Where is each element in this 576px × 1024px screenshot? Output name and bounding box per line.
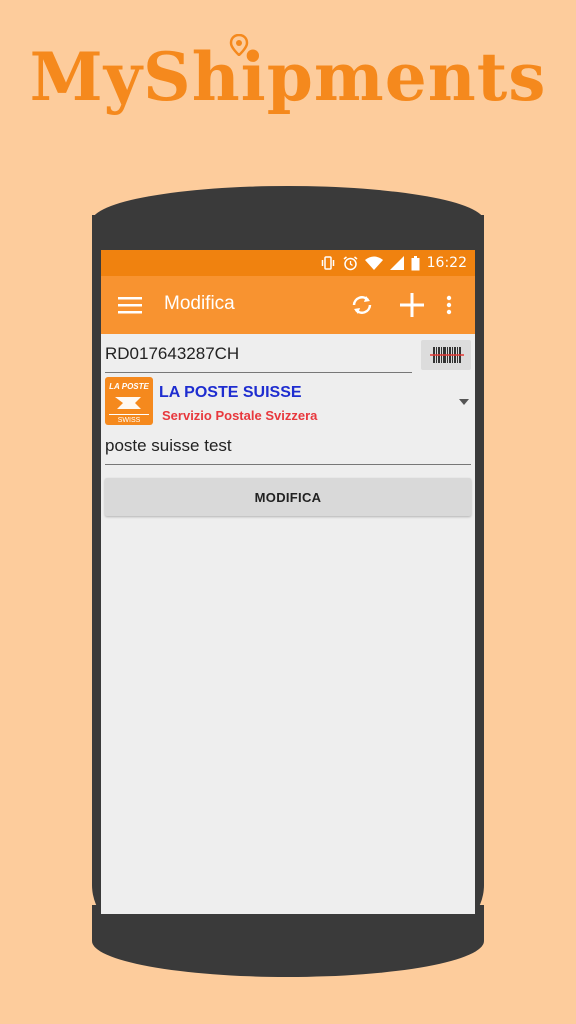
battery-icon	[411, 255, 420, 270]
phone-bottom	[92, 905, 484, 977]
modify-button[interactable]: MODIFICA	[105, 478, 471, 516]
carrier-logo-top: LA POSTE	[109, 382, 149, 391]
refresh-icon[interactable]	[349, 292, 375, 318]
carrier-name: LA POSTE SUISSE	[159, 384, 302, 401]
status-bar: 16:22	[101, 250, 475, 276]
carrier-subtitle: Servizio Postale Svizzera	[162, 408, 318, 423]
carrier-select[interactable]: LA POSTE SWISS LA POSTE SUISSE Servizio …	[103, 376, 473, 428]
map-pin-icon	[229, 34, 249, 56]
promo-title: MyShipments	[29, 38, 547, 116]
alarm-icon	[343, 255, 358, 270]
carrier-logo-bottom: SWISS	[118, 417, 141, 424]
app-bar: Modifica	[101, 276, 475, 334]
menu-icon[interactable]	[117, 293, 143, 317]
barcode-icon	[430, 347, 464, 363]
description-value: poste suisse test	[105, 436, 232, 455]
wifi-icon	[364, 256, 383, 270]
phone-screen: 16:22 Modifica RD017643287CH LA POSTE SW…	[101, 250, 475, 914]
signal-icon	[389, 256, 404, 270]
description-input[interactable]: poste suisse test	[105, 434, 471, 465]
clock: 16:22	[426, 255, 467, 271]
scan-barcode-button[interactable]	[421, 340, 471, 370]
overflow-icon[interactable]	[441, 292, 457, 318]
chevron-down-icon	[459, 399, 469, 405]
add-icon[interactable]	[399, 291, 425, 319]
tracking-number-value: RD017643287CH	[105, 344, 240, 363]
vibrate-icon	[321, 256, 334, 270]
tracking-number-input[interactable]: RD017643287CH	[105, 342, 412, 373]
carrier-logo: LA POSTE SWISS	[105, 377, 153, 425]
page-title: Modifica	[164, 293, 235, 314]
